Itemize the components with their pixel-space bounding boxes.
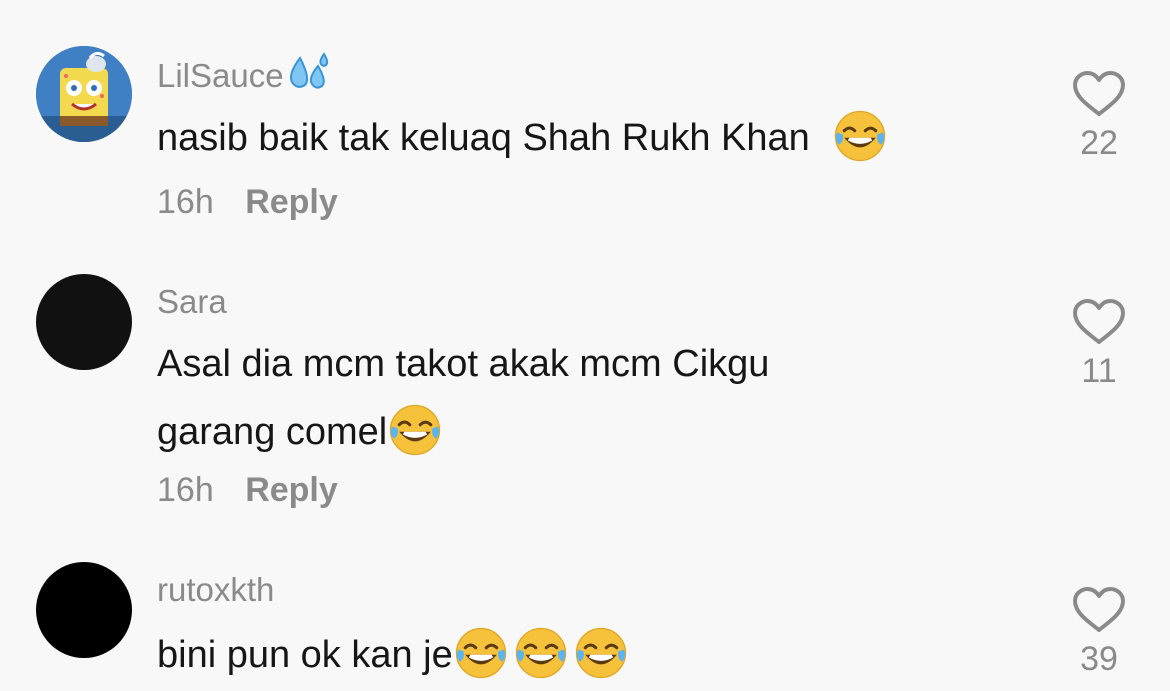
sweat-droplets-icon <box>286 52 332 100</box>
comment-text-content: garang comel <box>157 411 388 453</box>
heart-icon <box>1072 298 1126 346</box>
reply-button[interactable]: Reply <box>245 471 338 509</box>
like-button[interactable]: 39 <box>1060 586 1138 679</box>
avatar[interactable] <box>36 274 132 370</box>
spongebob-avatar-image <box>36 46 132 142</box>
username-text: Sara <box>157 283 227 320</box>
comment-text-line: Asal dia mcm takot akak mcm Cikgu <box>157 343 770 385</box>
username-text: LilSauce <box>157 57 284 94</box>
comment-text-line-2: garang comel <box>157 398 1017 466</box>
like-button[interactable]: 22 <box>1060 70 1138 163</box>
comment-text-content: bini pun ok kan je <box>157 634 453 676</box>
laughing-emoji-icon <box>832 108 888 164</box>
comment-text: nasib baik tak keluaq Shah Rukh Khan <box>157 104 1017 172</box>
comment-text: bini pun ok kan je <box>157 621 1017 689</box>
laughing-emoji-icon <box>573 625 629 681</box>
heart-icon <box>1072 586 1126 634</box>
heart-icon <box>1072 70 1126 118</box>
like-button[interactable]: 11 <box>1060 298 1138 391</box>
comment-meta: 16h Reply <box>157 471 338 510</box>
comment-time: 16h <box>157 471 214 509</box>
avatar[interactable] <box>36 46 132 142</box>
laughing-emoji-icon <box>453 625 509 681</box>
comments-panel: LilSauce nasib baik tak keluaq Shah Rukh… <box>0 0 1170 691</box>
comment-username[interactable]: rutoxkth <box>157 571 274 609</box>
avatar[interactable] <box>36 562 132 658</box>
reply-button[interactable]: Reply <box>245 183 338 221</box>
comment-text: Asal dia mcm takot akak mcm Cikgu garang… <box>157 330 1017 466</box>
username-text: rutoxkth <box>157 571 275 608</box>
like-count: 11 <box>1081 352 1117 390</box>
comment-username[interactable]: LilSauce <box>157 52 332 100</box>
laughing-emoji-icon <box>387 402 443 458</box>
comment-text-content: nasib baik tak keluaq Shah Rukh Khan <box>157 117 810 159</box>
comment-meta: 16h Reply <box>157 183 338 222</box>
like-count: 39 <box>1080 640 1118 678</box>
laughing-emoji-icon <box>513 625 569 681</box>
comment-time: 16h <box>157 183 214 221</box>
like-count: 22 <box>1080 124 1118 162</box>
comment-username[interactable]: Sara <box>157 283 227 321</box>
